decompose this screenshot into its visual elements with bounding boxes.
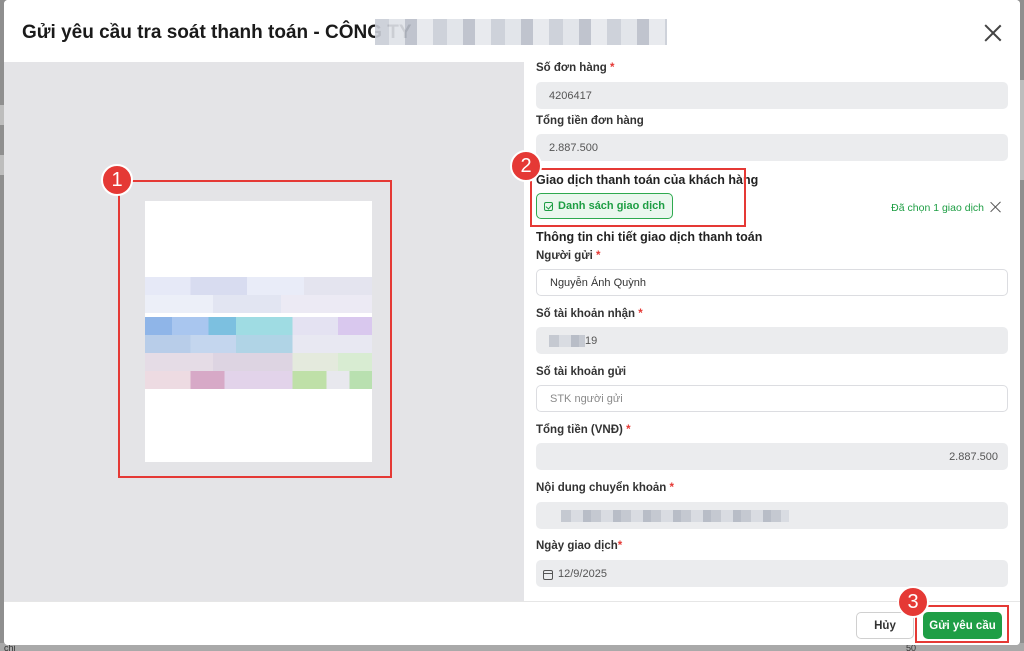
modal-title: Gửi yêu cầu tra soát thanh toán - CÔNG T… (22, 22, 412, 43)
annotation-box-2 (530, 168, 746, 227)
transfer-content-field[interactable] (536, 502, 1008, 529)
redacted-company-name (375, 19, 667, 45)
sender-label: Người gửi * (536, 250, 601, 262)
total-vnd-label: Tổng tiền (VNĐ) * (536, 424, 631, 436)
annotation-marker-2: 2 (510, 150, 542, 182)
order-no-label: Số đơn hàng * (536, 62, 615, 74)
annotation-box-3 (915, 605, 1009, 643)
transfer-content-label: Nội dung chuyển khoản * (536, 482, 675, 494)
txn-chosen-status: Đã chọn 1 giao dịch (891, 202, 984, 214)
send-account-field[interactable]: STK người gửi (536, 385, 1008, 412)
modal-header: Gửi yêu cầu tra soát thanh toán - CÔNG T… (4, 0, 1020, 62)
annotation-marker-3: 3 (897, 586, 929, 618)
clear-selection-icon[interactable] (990, 201, 1002, 213)
annotation-box-1 (118, 180, 392, 478)
recv-account-label: Số tài khoản nhận * (536, 308, 643, 320)
txn-date-field[interactable]: 12/9/2025 (536, 560, 1008, 587)
txn-date-label: Ngày giao dịch* (536, 540, 623, 552)
sender-field[interactable]: Nguyễn Ánh Quỳnh (536, 269, 1008, 296)
order-total-field[interactable]: 2.887.500 (536, 134, 1008, 161)
backdrop-hint (1020, 80, 1024, 180)
recv-account-field[interactable]: 19 (536, 327, 1008, 354)
redacted-transfer-content (561, 509, 789, 522)
redacted-account-prefix (549, 334, 585, 347)
form-pane: Số đơn hàng * 4206417 Tổng tiền đơn hàng… (524, 62, 1020, 602)
modal-footer: Hủy Gửi yêu cầu (4, 601, 1020, 645)
attachment-preview-pane: 1 (4, 62, 524, 602)
detail-section-title: Thông tin chi tiết giao dịch thanh toán (536, 230, 763, 244)
order-total-label: Tổng tiền đơn hàng (536, 115, 644, 127)
payment-inquiry-modal: Gửi yêu cầu tra soát thanh toán - CÔNG T… (4, 0, 1020, 645)
order-no-field[interactable]: 4206417 (536, 82, 1008, 109)
annotation-marker-1: 1 (101, 164, 133, 196)
close-icon[interactable] (984, 24, 1002, 42)
send-account-label: Số tài khoản gửi (536, 366, 627, 378)
total-vnd-field[interactable]: 2.887.500 (536, 443, 1008, 470)
txn-date-value: 12/9/2025 (558, 567, 607, 580)
recv-account-value: 19 (585, 334, 598, 347)
calendar-icon (543, 569, 553, 580)
